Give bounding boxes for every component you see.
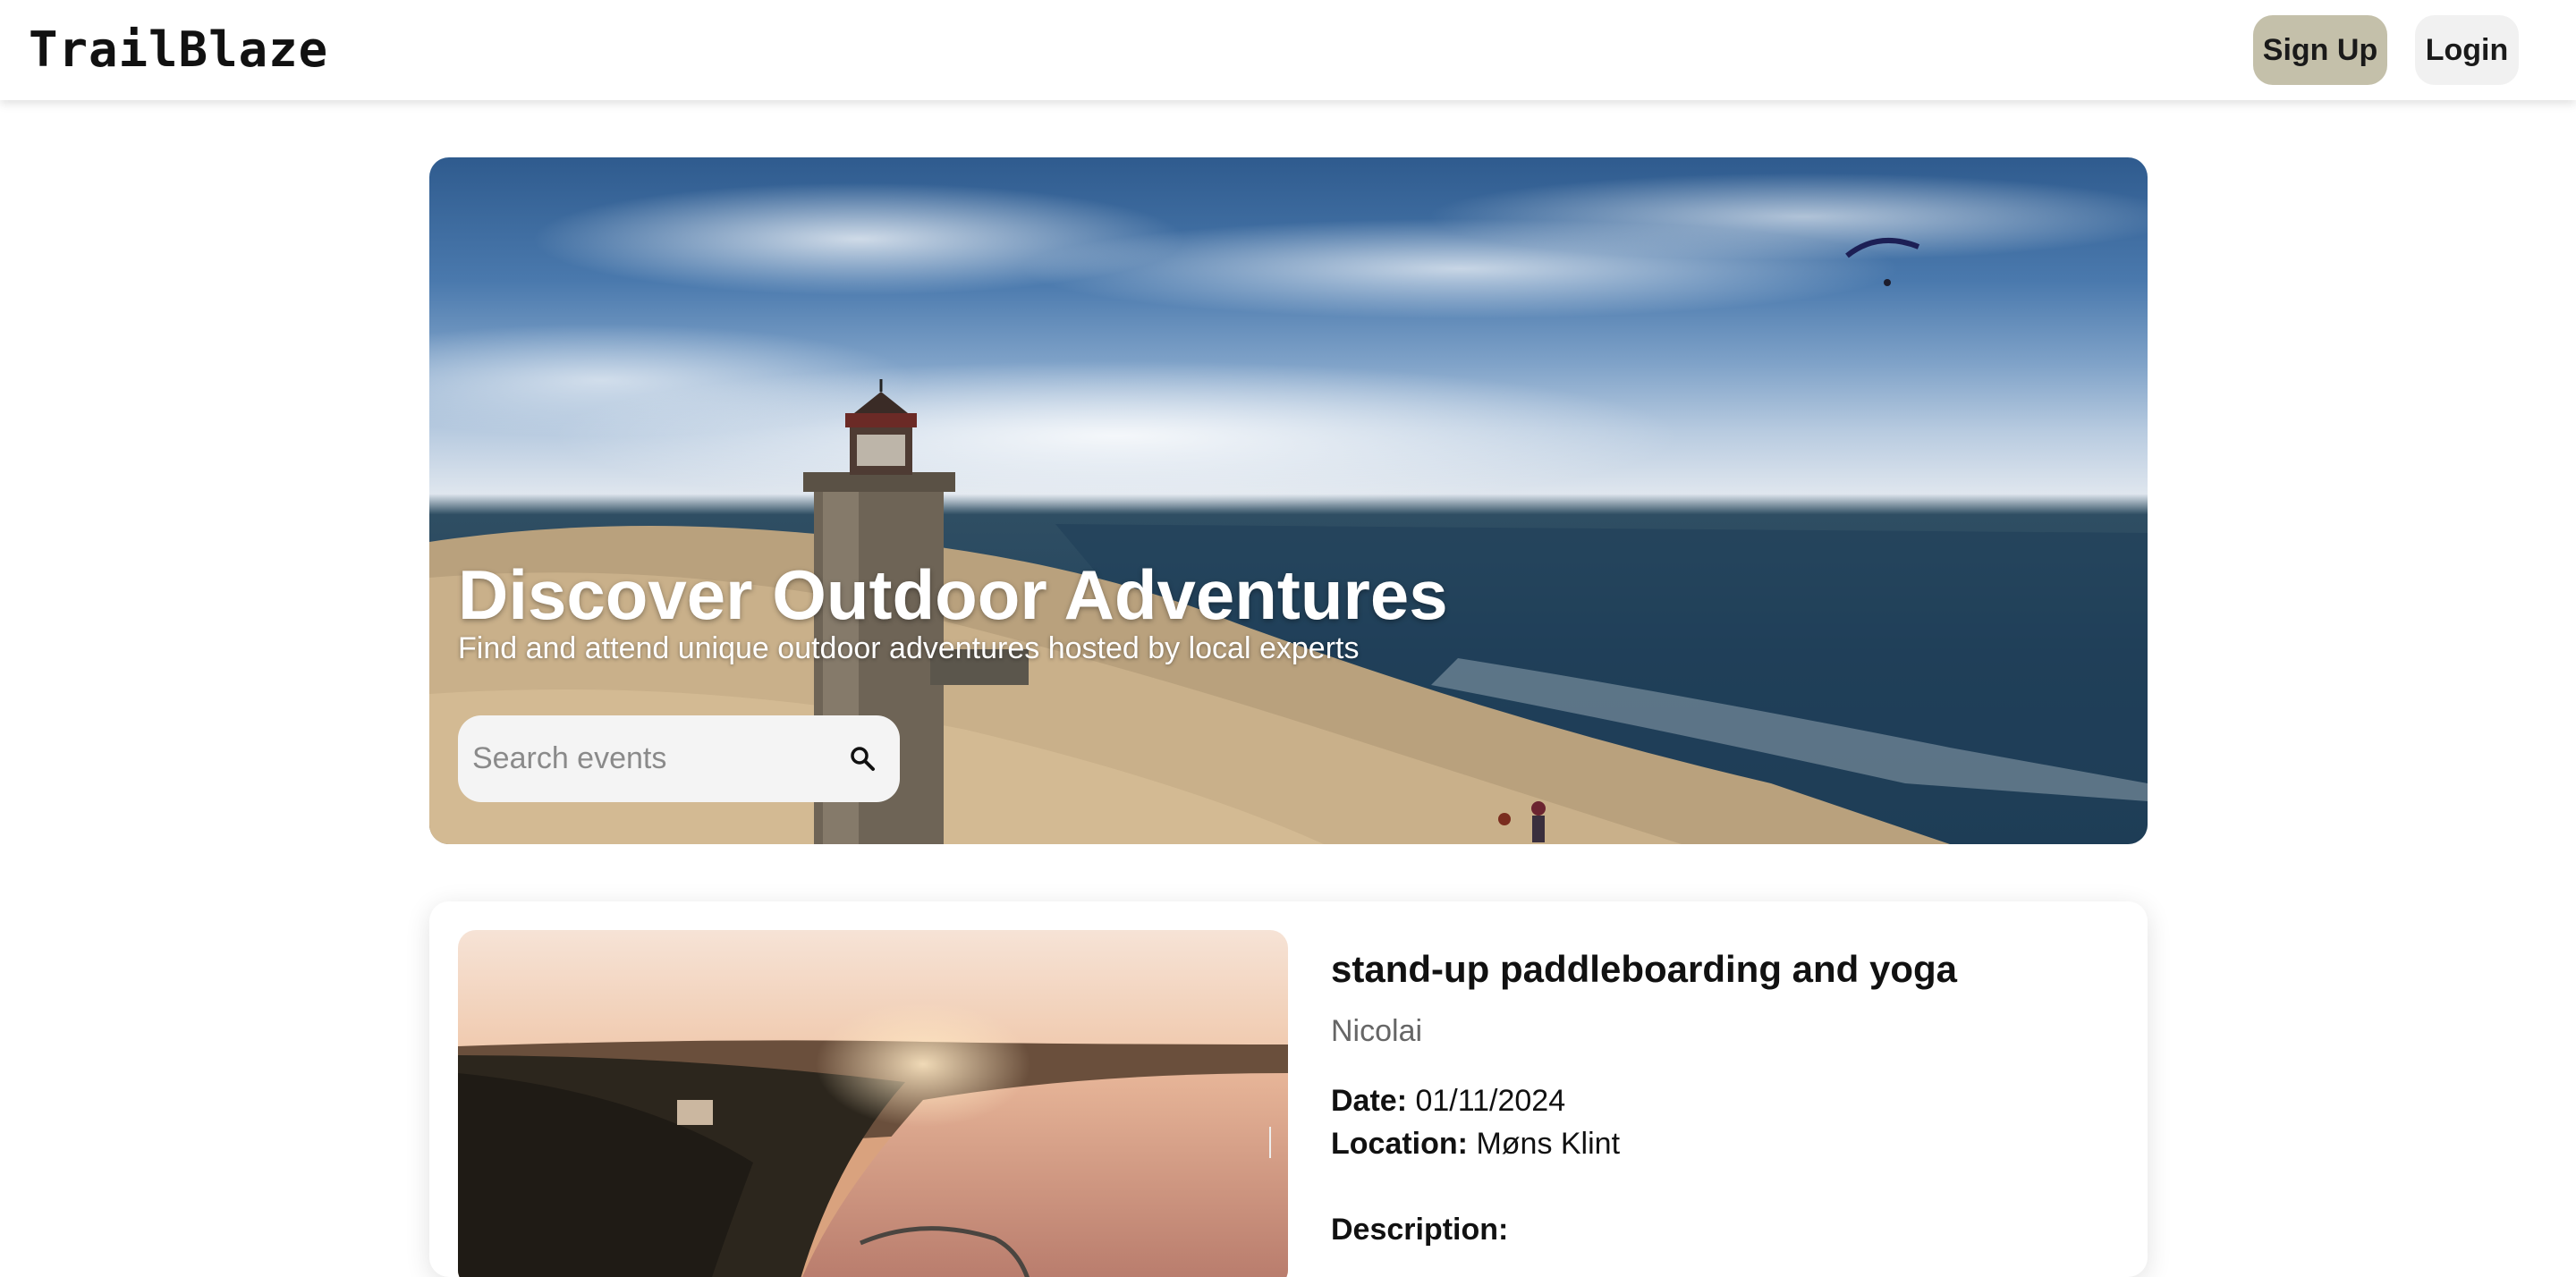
sign-up-button[interactable]: Sign Up [2253,15,2387,85]
event-location: Location: Møns Klint [1331,1127,1620,1162]
event-date: Date: 01/11/2024 [1331,1084,1565,1119]
event-description-label: Description: [1331,1213,1509,1247]
event-host: Nicolai [1331,1014,1423,1048]
event-description: Description: [1331,1213,1508,1247]
login-button[interactable]: Login [2415,15,2519,85]
event-date-value: 01/11/2024 [1415,1084,1566,1118]
event-date-label: Date: [1331,1084,1408,1118]
event-location-value: Møns Klint [1476,1127,1621,1161]
logo[interactable]: TrailBlaze [29,21,328,78]
event-photo [458,930,1288,1277]
search-input[interactable] [458,715,834,802]
search-icon[interactable] [848,744,877,773]
event-location-label: Location: [1331,1127,1468,1161]
search-bar [458,715,900,802]
hero-title: Discover Outdoor Adventures [458,555,1448,634]
navbar: TrailBlaze Sign Up Login [0,0,2576,100]
hero-subtitle: Find and attend unique outdoor adventure… [458,631,1360,665]
event-image[interactable] [458,930,1288,1277]
event-card[interactable]: stand-up paddleboarding and yoga Nicolai… [429,901,2148,1277]
event-title[interactable]: stand-up paddleboarding and yoga [1331,948,1957,991]
hero-banner: Discover Outdoor Adventures Find and att… [429,157,2148,844]
